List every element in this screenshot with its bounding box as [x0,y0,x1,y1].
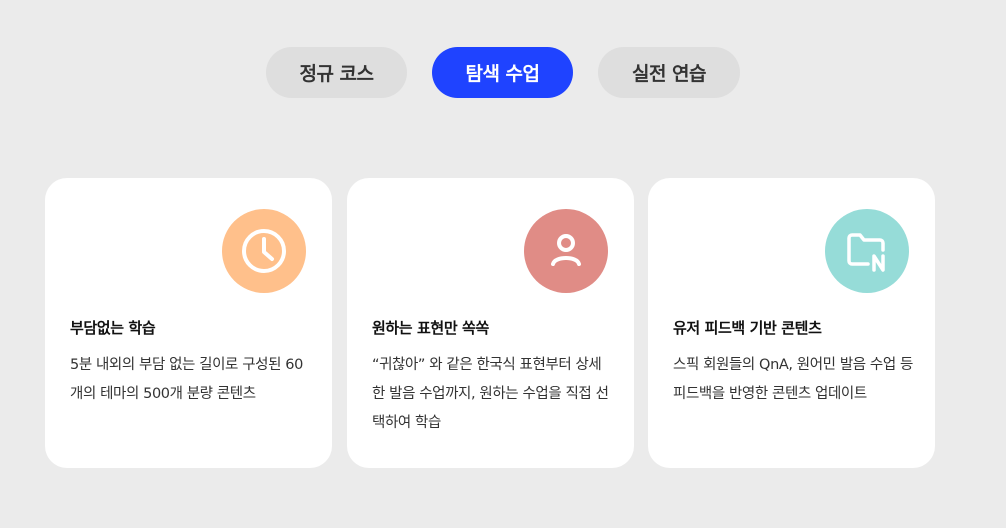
course-tabs: 정규 코스 탐색 수업 실전 연습 [0,47,1006,98]
feature-section: 정규 코스 탐색 수업 실전 연습 부담없는 학습 5분 내외의 부담 없는 길… [0,0,1006,528]
card-title: 유저 피드백 기반 콘텐츠 [673,319,822,337]
card-description: 5분 내외의 부담 없는 길이로 구성된 60개의 테마의 500개 분량 콘텐… [70,357,303,402]
tab-explore-lesson[interactable]: 탐색 수업 [432,47,573,98]
tab-regular-course[interactable]: 정규 코스 [266,47,407,98]
clock-icon [222,209,306,293]
user-icon [524,209,608,293]
folder-new-icon [825,209,909,293]
feature-card-light-learning: 부담없는 학습 5분 내외의 부담 없는 길이로 구성된 60개의 테마의 50… [45,178,332,468]
feature-card-feedback-content: 유저 피드백 기반 콘텐츠 스픽 회원들의 QnA, 원어민 발음 수업 등 피… [648,178,935,468]
card-title: 부담없는 학습 [70,319,156,337]
feature-card-wanted-expressions: 원하는 표현만 쏙쏙 “귀찮아” 와 같은 한국식 표현부터 상세한 발음 수업… [347,178,634,468]
card-title: 원하는 표현만 쏙쏙 [372,319,489,337]
tab-practice[interactable]: 실전 연습 [598,47,740,98]
card-description: “귀찮아” 와 같은 한국식 표현부터 상세한 발음 수업까지, 원하는 수업을… [372,357,609,431]
card-description: 스픽 회원들의 QnA, 원어민 발음 수업 등 피드백을 반영한 콘텐츠 업데… [673,357,913,402]
